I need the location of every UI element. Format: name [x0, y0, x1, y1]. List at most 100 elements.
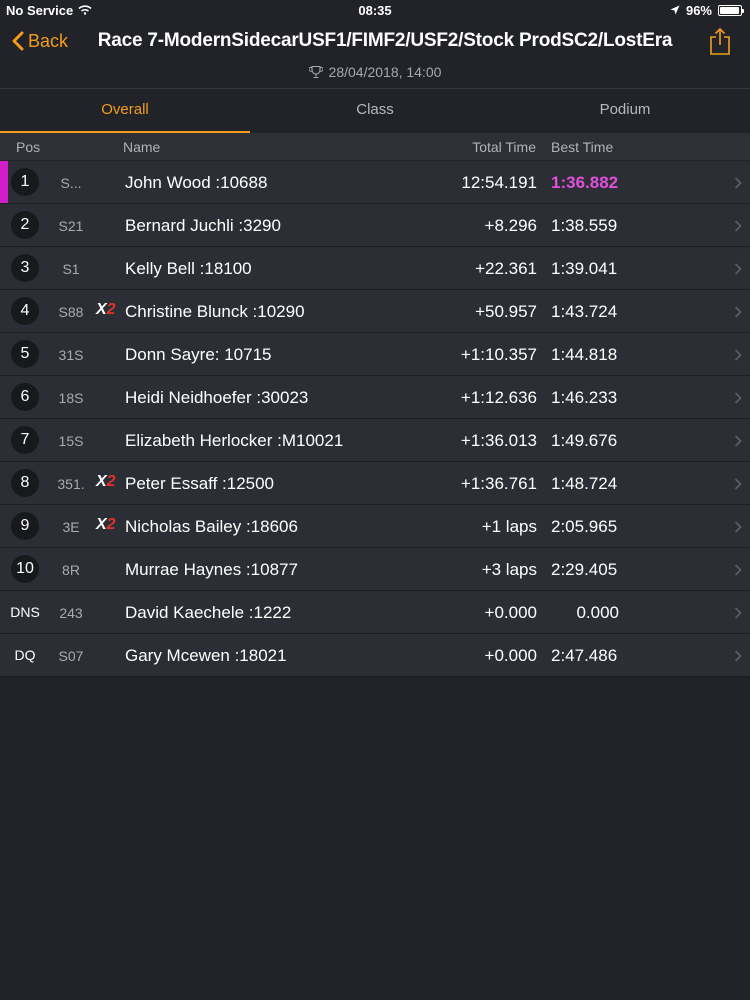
best-time: 1:44.818 — [551, 345, 618, 364]
status-bar: No Service 08:35 96% — [0, 0, 750, 20]
position-badge: 3 — [11, 254, 39, 282]
chevron-right-icon — [734, 391, 742, 404]
competitor-name: Elizabeth Herlocker :M10021 — [125, 431, 344, 450]
position-badge: 10 — [11, 555, 39, 583]
best-time: 2:05.965 — [551, 517, 618, 536]
position-badge: 6 — [11, 383, 39, 411]
competitor-name: Kelly Bell :18100 — [125, 259, 252, 278]
total-time: +1:36.013 — [460, 431, 537, 450]
segmented-tabs: Overall Class Podium — [0, 88, 750, 133]
share-button[interactable] — [708, 26, 732, 56]
total-time: +1:12.636 — [460, 388, 537, 407]
column-total-time: Total Time — [472, 139, 536, 155]
tab-class[interactable]: Class — [250, 89, 500, 133]
position-badge: 2 — [11, 211, 39, 239]
competitor-name: David Kaechele :1222 — [125, 603, 292, 622]
competitor-name: Heidi Neidhoefer :30023 — [125, 388, 309, 407]
position-badge: 8 — [11, 469, 39, 497]
navigation-bar: Back Race 7-ModernSidecarUSF1/FIMF2/USF2… — [0, 20, 750, 86]
competitor-number: S88 — [58, 304, 84, 320]
column-name: Name — [123, 139, 161, 155]
results-list: 1 S... John Wood :10688 12:54.191 1:36.882 2 S… — [0, 161, 750, 677]
total-time: +3 laps — [481, 560, 537, 579]
total-time: +22.361 — [475, 259, 537, 278]
back-button[interactable]: Back — [12, 28, 68, 54]
best-time: 1:48.724 — [551, 474, 618, 493]
competitor-name: Bernard Juchli :3290 — [125, 216, 281, 235]
position-status: DQ — [14, 647, 36, 663]
competitor-name: Donn Sayre: 10715 — [125, 345, 272, 364]
chevron-right-icon — [734, 176, 742, 189]
table-row[interactable]: 3 S1 Kelly Bell :18100 +22.361 1:39.041 — [0, 247, 750, 290]
competitor-name: Peter Essaff :12500 — [125, 474, 275, 493]
competitor-number: S1 — [62, 261, 80, 277]
total-time: 12:54.191 — [461, 173, 537, 192]
competitor-number: 31S — [58, 347, 84, 363]
table-row[interactable]: 6 18S Heidi Neidhoefer :30023 +1:12.636 1:46… — [0, 376, 750, 419]
share-icon — [710, 27, 730, 55]
column-pos: Pos — [16, 139, 41, 155]
best-time: 1:49.676 — [551, 431, 618, 450]
tab-podium[interactable]: Podium — [500, 89, 750, 133]
x2-badge: X2 — [96, 301, 116, 319]
competitor-number: 18S — [58, 390, 84, 406]
total-time: +0.000 — [484, 603, 537, 622]
total-time: +0.000 — [484, 646, 537, 665]
total-time: +1 laps — [481, 517, 537, 536]
x2-badge-x: X — [96, 301, 107, 318]
tab-overall[interactable]: Overall — [0, 89, 250, 133]
chevron-right-icon — [734, 563, 742, 576]
table-row[interactable]: 9 3E X2 Nicholas Bailey :18606 +1 laps 2:05.9… — [0, 505, 750, 548]
best-time: 0.000 — [576, 603, 619, 622]
chevron-right-icon — [734, 434, 742, 447]
total-time: +50.957 — [475, 302, 537, 321]
best-time: 1:38.559 — [551, 216, 618, 235]
competitor-number: 243 — [59, 605, 83, 621]
battery-percent: 96% — [685, 3, 712, 18]
table-row[interactable]: 4 S88 X2 Christine Blunck :10290 +50.957 1:43… — [0, 290, 750, 333]
x2-badge-2: 2 — [106, 301, 116, 318]
trophy-icon — [308, 65, 323, 79]
competitor-number: 3E — [62, 519, 80, 535]
competitor-number: S... — [60, 175, 82, 191]
competitor-name: Murrae Haynes :10877 — [125, 560, 298, 579]
column-best-time: Best Time — [551, 139, 614, 155]
table-row[interactable]: 10 8R Murrae Haynes :10877 +3 laps 2:29.405 — [0, 548, 750, 591]
best-time: 1:43.724 — [551, 302, 618, 321]
clock: 08:35 — [358, 3, 392, 18]
x2-badge: X2 — [96, 473, 116, 491]
table-row[interactable]: 2 S21 Bernard Juchli :3290 +8.296 1:38.559 — [0, 204, 750, 247]
chevron-right-icon — [734, 520, 742, 533]
table-row[interactable]: 7 15S Elizabeth Herlocker :M10021 +1:36.013… — [0, 419, 750, 462]
x2-badge-x: X — [96, 473, 107, 490]
competitor-number: 15S — [58, 433, 84, 449]
chevron-right-icon — [734, 262, 742, 275]
race-date-text: 28/04/2018, 14:00 — [328, 64, 442, 80]
competitor-name: Nicholas Bailey :18606 — [125, 517, 298, 536]
chevron-right-icon — [734, 649, 742, 662]
x2-badge: X2 — [96, 516, 116, 534]
back-label: Back — [28, 30, 69, 51]
chevron-right-icon — [734, 219, 742, 232]
chevron-right-icon — [734, 477, 742, 490]
best-time: 2:29.405 — [551, 560, 618, 579]
table-row[interactable]: 8 351. X2 Peter Essaff :12500 +1:36.761 1:48.… — [0, 462, 750, 505]
table-row[interactable]: DNS 243 David Kaechele :1222 +0.000 0.000 — [0, 591, 750, 634]
page-title: Race 7-ModernSidecarUSF1/FIMF2/USF2/Stoc… — [97, 30, 673, 51]
table-row[interactable]: DQ S07 Gary Mcewen :18021 +0.000 2:47.486 — [0, 634, 750, 677]
competitor-number: 351. — [57, 476, 85, 492]
table-row[interactable]: 5 31S Donn Sayre: 10715 +1:10.357 1:44.818 — [0, 333, 750, 376]
results-column-header: Pos Name Total Time Best Time — [0, 133, 750, 160]
competitor-name: John Wood :10688 — [125, 173, 268, 192]
chevron-right-icon — [734, 606, 742, 619]
position-badge: 5 — [11, 340, 39, 368]
table-row[interactable]: 1 S... John Wood :10688 12:54.191 1:36.882 — [0, 161, 750, 204]
location-arrow-icon — [670, 3, 680, 18]
competitor-number: S21 — [58, 218, 84, 234]
competitor-name: Gary Mcewen :18021 — [125, 646, 287, 665]
total-time: +1:36.761 — [460, 474, 537, 493]
competitor-name: Christine Blunck :10290 — [125, 302, 305, 321]
x2-badge-2: 2 — [106, 473, 116, 490]
chevron-left-icon — [12, 31, 24, 51]
best-time: 1:46.233 — [551, 388, 618, 407]
